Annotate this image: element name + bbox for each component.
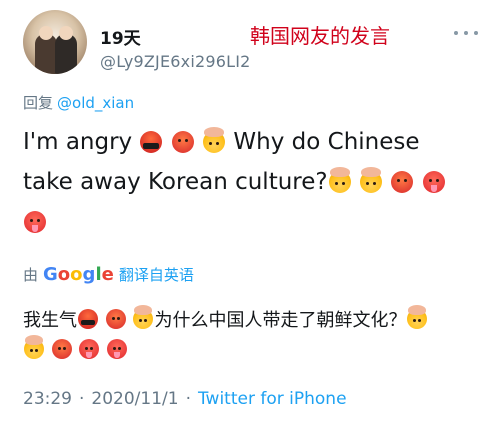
tweet-metadata: 23:29 · 2020/11/1 · Twitter for iPhone (23, 389, 347, 409)
hot-face-icon (79, 339, 100, 359)
tweet-date[interactable]: 2020/11/1 (91, 389, 178, 409)
tweet-text-part: take away Korean culture? (23, 169, 328, 195)
avatar-head (39, 26, 53, 40)
angry-face-icon (171, 131, 194, 153)
avatar[interactable] (23, 10, 87, 74)
angry-face-icon (391, 171, 414, 193)
avatar-figure (55, 34, 77, 74)
tweet-line-2: take away Korean culture? (23, 162, 493, 202)
overlay-annotation: 韩国网友的发言 (250, 24, 390, 48)
google-logo: Google (43, 264, 114, 285)
translation-attribution: 由 Google 翻译自英语 (23, 264, 194, 285)
tweet-line-1: I'm angry Why do Chinese (23, 122, 493, 162)
exploding-head-icon (328, 167, 351, 193)
tweet-time[interactable]: 23:29 (23, 389, 72, 409)
tweet-text-part: Why do Chinese (233, 129, 420, 155)
translated-line-1: 我生气 为什么中国人带走了朝鲜文化？ (23, 305, 493, 336)
hot-face-icon (422, 171, 445, 193)
tweet-card: 19天 @Ly9ZJE6xi296LI2 韩国网友的发言 回复 @old_xian… (0, 0, 500, 427)
angry-face-icon (105, 309, 126, 329)
avatar-figure (35, 34, 57, 74)
translation-by-label: 由 (23, 266, 39, 284)
hot-face-icon (24, 211, 46, 233)
tweet-text-part: I'm angry (23, 129, 133, 155)
angry-face-icon (51, 339, 72, 359)
cursing-face-icon (78, 309, 98, 329)
cursing-face-icon (140, 131, 163, 153)
translated-line-2 (23, 335, 493, 366)
exploding-head-icon (407, 305, 428, 329)
reply-context: 回复 @old_xian (23, 92, 134, 113)
translated-text-part: 为什么中国人带走了朝鲜文化？ (154, 310, 407, 331)
exploding-head-icon (203, 127, 226, 153)
exploding-head-icon (133, 305, 154, 329)
translated-text-part: 我生气 (23, 310, 77, 331)
reply-mention-link[interactable]: @old_xian (57, 94, 134, 112)
exploding-head-icon (24, 335, 44, 359)
tweet-source-link[interactable]: Twitter for iPhone (198, 389, 347, 409)
meta-separator: · (79, 389, 85, 409)
translated-text: 我生气 为什么中国人带走了朝鲜文化？ (23, 305, 493, 366)
display-name[interactable]: 19天 (100, 24, 141, 49)
tweet-text: I'm angry Why do Chinese take away Korea… (23, 122, 493, 242)
tweet-line-3 (23, 202, 493, 242)
exploding-head-icon (359, 167, 382, 193)
more-options-icon[interactable] (453, 30, 479, 38)
avatar-head (59, 26, 73, 40)
user-handle[interactable]: @Ly9ZJE6xi296LI2 (100, 52, 251, 71)
translated-from-english-link[interactable]: 翻译自英语 (119, 266, 194, 284)
hot-face-icon (107, 339, 128, 359)
reply-prefix: 回复 (23, 94, 54, 112)
meta-separator: · (185, 389, 191, 409)
